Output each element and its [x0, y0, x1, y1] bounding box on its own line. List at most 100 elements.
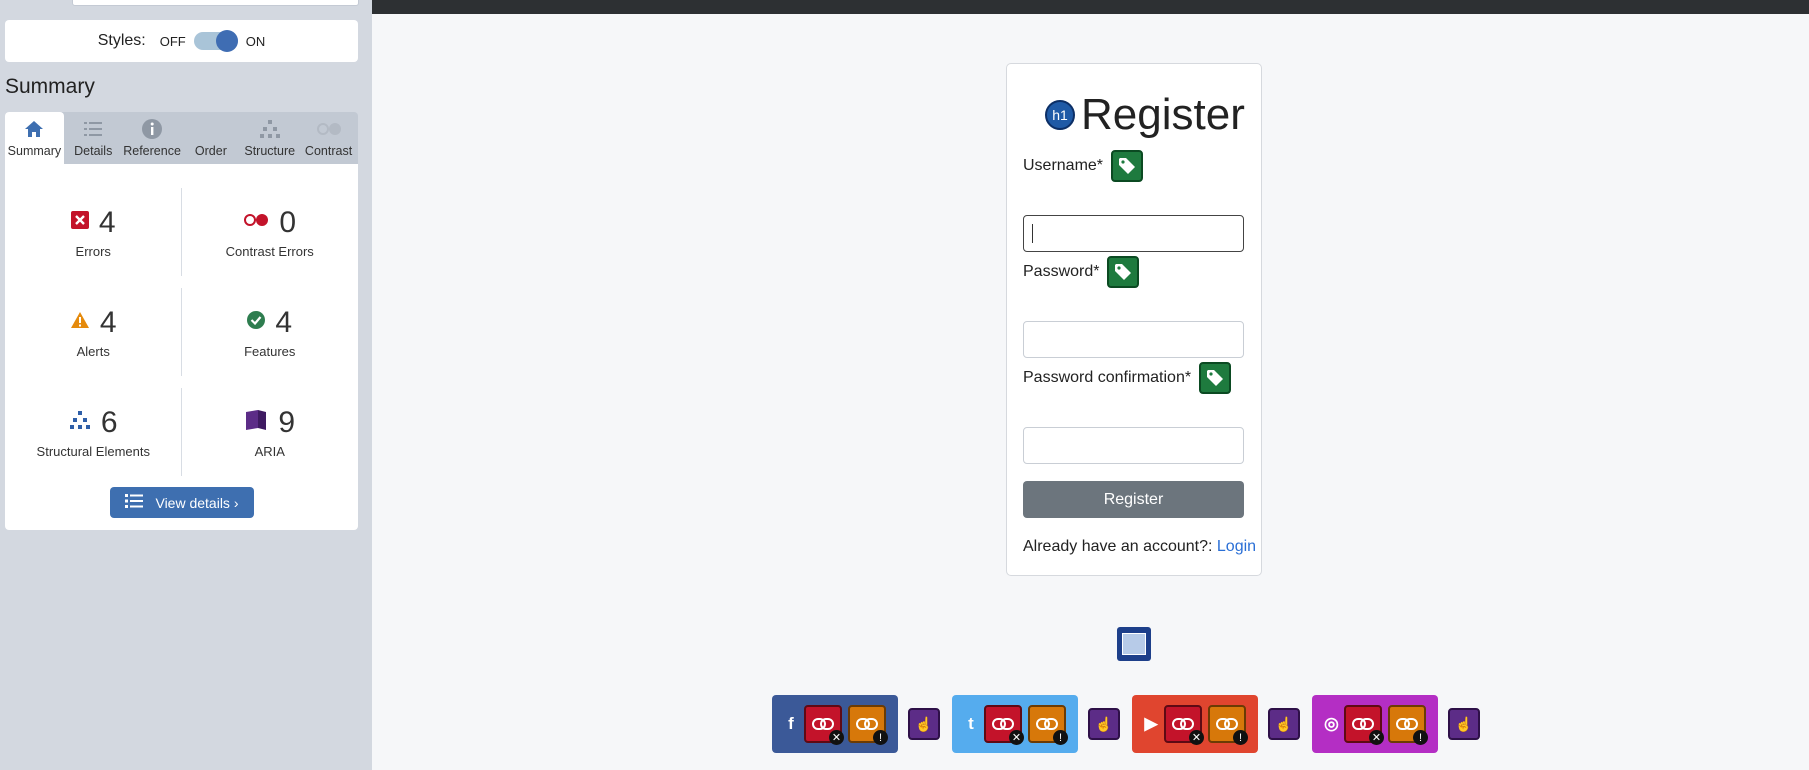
stat-grid: 4 Errors 0 Contrast Errors 4 Alerts 4 Fe… — [5, 182, 358, 482]
stat-alerts[interactable]: 4 Alerts — [5, 282, 182, 382]
features-count: 4 — [275, 305, 293, 339]
aria-hand-icon[interactable]: ☝ — [1448, 708, 1480, 740]
username-input[interactable] — [1023, 215, 1244, 252]
tab-summary[interactable]: Summary — [5, 112, 64, 164]
feature-icon — [247, 311, 266, 334]
structural-count: 6 — [100, 405, 118, 439]
aria-hand-icon[interactable]: ☝ — [1268, 708, 1300, 740]
wave-sidebar: Styles: OFF ON Summary Summary Details R… — [0, 0, 372, 770]
redundant-link-alert-icon[interactable]: ! — [1208, 705, 1248, 745]
broken-link-error-icon[interactable]: ✕ — [804, 705, 844, 745]
password-confirmation-label-row: Password confirmation* — [1023, 362, 1232, 394]
list-icon — [83, 118, 103, 140]
label-tag-icon[interactable] — [1199, 362, 1232, 394]
features-label: Features — [244, 343, 296, 359]
structure-icon — [259, 118, 281, 140]
facebook-button[interactable]: f ✕ ! — [772, 695, 898, 753]
tab-details[interactable]: Details — [64, 112, 123, 164]
register-button[interactable]: Register — [1023, 481, 1244, 518]
info-icon — [141, 118, 163, 140]
contrast-errors-count: 0 — [279, 205, 297, 239]
tab-order[interactable]: Order — [181, 112, 240, 164]
error-icon — [70, 211, 89, 234]
username-label-row: Username* — [1023, 150, 1144, 182]
alert-icon — [70, 311, 90, 334]
view-details-button[interactable]: View details › — [110, 487, 254, 518]
instagram-icon: ◎ — [1324, 714, 1339, 733]
sidebar-url-field[interactable] — [72, 0, 359, 6]
list-icon — [125, 493, 144, 512]
region-icon-inner — [1122, 633, 1146, 655]
tab-structure-label: Structure — [244, 144, 296, 158]
password-label: Password* — [1023, 263, 1100, 280]
view-details-label: View details › — [155, 494, 239, 511]
text-caret — [1032, 224, 1033, 243]
facebook-icon: f — [788, 714, 794, 733]
stat-structural-elements[interactable]: 6 Structural Elements — [5, 382, 182, 482]
tab-details-label: Details — [74, 144, 113, 158]
social-links-row: f ✕ ! ☝ t ✕ ! ☝ ▶ ✕ ! ☝ ◎ ✕ ! ☝ — [772, 695, 1492, 753]
tab-contrast[interactable]: Contrast — [299, 112, 358, 164]
contrast-errors-label: Contrast Errors — [225, 243, 314, 259]
username-label: Username* — [1023, 157, 1104, 174]
tab-reference[interactable]: Reference — [123, 112, 182, 164]
login-prompt: Already have an account?: Login — [1023, 538, 1256, 556]
aria-icon — [244, 408, 268, 437]
summary-panel: 4 Errors 0 Contrast Errors 4 Alerts 4 Fe… — [5, 164, 358, 530]
aria-label: ARIA — [254, 443, 285, 459]
tab-contrast-label: Contrast — [304, 144, 353, 158]
stat-errors[interactable]: 4 Errors — [5, 182, 182, 282]
redundant-link-alert-icon[interactable]: ! — [848, 705, 888, 745]
password-input[interactable] — [1023, 321, 1244, 358]
alerts-label: Alerts — [76, 343, 110, 359]
structural-label: Structural Elements — [36, 443, 150, 459]
panel-tabs: Summary Details Reference Order Structur… — [5, 112, 358, 164]
redundant-link-alert-icon[interactable]: ! — [1028, 705, 1068, 745]
styles-on-label: ON — [245, 33, 266, 49]
styles-off-label: OFF — [159, 33, 186, 49]
tab-structure[interactable]: Structure — [240, 112, 299, 164]
aria-hand-icon[interactable]: ☝ — [908, 708, 940, 740]
twitter-icon: t — [968, 714, 974, 733]
register-card: h1 Register Username* Password* Password… — [1006, 63, 1262, 576]
errors-count: 4 — [98, 205, 116, 239]
password-confirmation-input[interactable] — [1023, 427, 1244, 464]
aria-count: 9 — [278, 405, 296, 439]
contrast-error-icon — [243, 213, 269, 232]
login-link[interactable]: Login — [1217, 538, 1256, 555]
redundant-link-alert-icon[interactable]: ! — [1388, 705, 1428, 745]
stat-features[interactable]: 4 Features — [182, 282, 359, 382]
contrast-icon — [316, 118, 342, 140]
password-confirmation-label: Password confirmation* — [1023, 369, 1192, 386]
broken-link-error-icon[interactable]: ✕ — [984, 705, 1024, 745]
tab-reference-label: Reference — [123, 144, 181, 158]
label-tag-icon[interactable] — [1107, 256, 1140, 288]
password-label-row: Password* — [1023, 256, 1140, 288]
alerts-count: 4 — [99, 305, 117, 339]
twitter-button[interactable]: t ✕ ! — [952, 695, 1078, 753]
aria-hand-icon[interactable]: ☝ — [1088, 708, 1120, 740]
summary-heading: Summary — [5, 75, 95, 98]
login-prompt-text: Already have an account?: — [1023, 538, 1217, 555]
stat-contrast-errors[interactable]: 0 Contrast Errors — [182, 182, 359, 282]
styles-toggle[interactable] — [193, 30, 238, 52]
structure-region-icon[interactable] — [1117, 627, 1151, 661]
youtube-icon: ▶ — [1144, 714, 1158, 733]
h1-badge-icon[interactable]: h1 — [1045, 100, 1075, 130]
tab-order-label: Order — [194, 144, 227, 158]
label-tag-icon[interactable] — [1111, 150, 1144, 182]
instagram-button[interactable]: ◎ ✕ ! — [1312, 695, 1438, 753]
toggle-knob[interactable] — [215, 30, 238, 52]
stat-aria[interactable]: 9 ARIA — [182, 382, 359, 482]
youtube-button[interactable]: ▶ ✕ ! — [1132, 695, 1258, 753]
site-topbar — [372, 0, 1809, 14]
styles-label: Styles: — [97, 32, 146, 49]
structure-icon — [69, 410, 91, 435]
home-icon — [24, 118, 44, 140]
tab-summary-label: Summary — [7, 144, 62, 158]
broken-link-error-icon[interactable]: ✕ — [1344, 705, 1384, 745]
page-title-text: Register — [1081, 90, 1245, 139]
broken-link-error-icon[interactable]: ✕ — [1164, 705, 1204, 745]
page-title: h1 Register — [1045, 90, 1245, 140]
styles-toggle-box: Styles: OFF ON — [5, 20, 358, 62]
